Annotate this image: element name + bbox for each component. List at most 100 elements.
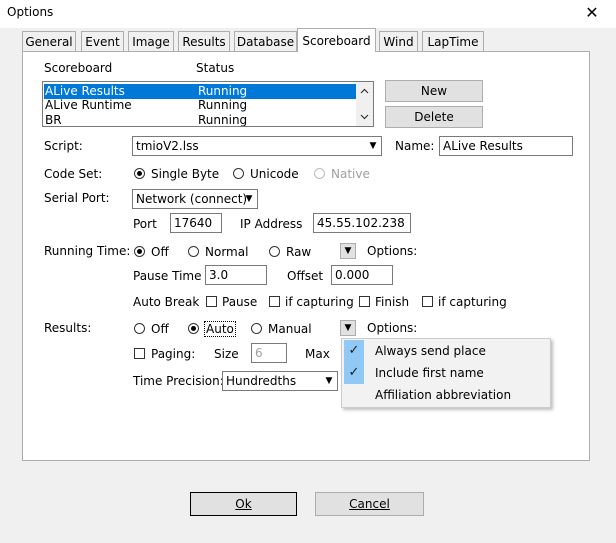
auto-break-label: Auto Break xyxy=(133,295,200,309)
column-header-status: Status xyxy=(196,61,235,75)
script-value: tmioV2.lss xyxy=(136,139,199,153)
ok-button[interactable]: Ok xyxy=(190,492,297,516)
time-precision-value: Hundredths xyxy=(226,374,297,388)
radio-running-off-label: Off xyxy=(151,245,169,259)
checkbox-finish[interactable] xyxy=(359,296,370,307)
running-time-label: Running Time: xyxy=(44,244,131,258)
checkbox-pause[interactable] xyxy=(206,296,217,307)
tab-laptime[interactable]: LapTime xyxy=(422,31,484,51)
radio-results-manual-label: Manual xyxy=(268,322,312,336)
radio-native xyxy=(314,168,325,179)
list-item-name: ALive Results xyxy=(45,84,125,98)
tab-database[interactable]: Database xyxy=(234,31,297,51)
radio-single-byte-label: Single Byte xyxy=(151,167,220,181)
checkbox-paging[interactable] xyxy=(134,348,145,359)
serial-port-label: Serial Port: xyxy=(44,191,110,205)
radio-results-auto[interactable] xyxy=(188,323,199,334)
menu-item-label: Include first name xyxy=(375,366,484,380)
chevron-down-icon: ▼ xyxy=(344,246,352,256)
menu-item-always-send-place[interactable]: ✓ Always send place xyxy=(342,340,550,362)
results-label: Results: xyxy=(44,321,92,335)
script-label: Script: xyxy=(44,139,83,153)
serial-port-select[interactable]: Network (connect) ▼ xyxy=(132,189,258,209)
size-label: Size xyxy=(214,347,239,361)
menu-item-affiliation-abbreviation[interactable]: Affiliation abbreviation xyxy=(342,384,550,406)
chevron-down-icon: ▼ xyxy=(245,194,253,204)
running-options-label: Options: xyxy=(367,244,418,258)
name-label: Name: xyxy=(395,139,435,153)
tab-image[interactable]: Image xyxy=(128,31,174,51)
cancel-button-label: Cancel xyxy=(349,497,390,511)
results-options-menu: ✓ Always send place ✓ Include first name… xyxy=(341,338,551,408)
running-options-dropdown[interactable]: ▼ xyxy=(340,243,356,259)
script-select[interactable]: tmioV2.lss ▼ xyxy=(132,136,382,156)
tab-results[interactable]: Results xyxy=(178,31,230,51)
name-field[interactable]: ALive Results xyxy=(439,136,573,156)
menu-item-include-first-name[interactable]: ✓ Include first name xyxy=(342,362,550,384)
menu-item-label: Always send place xyxy=(375,344,486,358)
cancel-button[interactable]: Cancel xyxy=(315,492,424,516)
close-icon[interactable]: ✕ xyxy=(574,3,610,23)
checkbox-finish-label: Finish xyxy=(375,295,410,309)
list-item-name: BR xyxy=(45,113,62,127)
port-field[interactable]: 17640 xyxy=(170,213,222,233)
tab-wind[interactable]: Wind xyxy=(379,31,418,51)
time-precision-label: Time Precision: xyxy=(133,374,224,388)
checkbox-pause-label: Pause xyxy=(222,295,258,309)
ok-button-label: Ok xyxy=(235,497,252,511)
radio-running-raw[interactable] xyxy=(269,246,280,257)
window-title: Options xyxy=(7,5,54,19)
check-icon: ✓ xyxy=(344,340,364,362)
radio-running-normal-label: Normal xyxy=(205,245,249,259)
scrollbar-arrows-icon xyxy=(360,88,369,120)
tab-event[interactable]: Event xyxy=(81,31,124,51)
ip-address-field[interactable]: 45.55.102.238 xyxy=(313,213,411,233)
chevron-down-icon: ▼ xyxy=(369,141,377,151)
offset-field[interactable]: 0.000 xyxy=(331,265,393,285)
radio-results-off[interactable] xyxy=(134,323,145,334)
list-item-status: Running xyxy=(198,98,248,112)
list-item[interactable]: ALive Results Running xyxy=(44,84,357,99)
radio-running-off[interactable] xyxy=(134,246,145,257)
offset-label: Offset xyxy=(287,269,324,283)
list-item-status: Running xyxy=(198,84,248,98)
serial-port-value: Network (connect) xyxy=(136,192,248,206)
ip-address-label: IP Address xyxy=(240,217,303,231)
pause-time-field[interactable]: 3.0 xyxy=(205,265,267,285)
pause-time-label: Pause Time xyxy=(133,269,202,283)
radio-running-raw-label: Raw xyxy=(286,245,312,259)
code-set-label: Code Set: xyxy=(44,167,103,181)
chevron-down-icon: ▼ xyxy=(325,376,333,386)
checkbox-finish-if-capturing-label: if capturing xyxy=(438,295,507,309)
results-options-dropdown[interactable]: ▼ xyxy=(340,320,356,336)
title-bar xyxy=(0,0,616,28)
paging-label: Paging: xyxy=(151,347,196,361)
radio-unicode[interactable] xyxy=(233,168,244,179)
max-label: Max xyxy=(305,347,330,361)
check-icon: ✓ xyxy=(344,362,364,384)
radio-unicode-label: Unicode xyxy=(250,167,299,181)
list-scrollbar[interactable] xyxy=(356,82,373,126)
list-item[interactable]: BR Running xyxy=(44,113,357,127)
radio-results-manual[interactable] xyxy=(251,323,262,334)
scoreboard-list[interactable]: ALive Results Running ALive Runtime Runn… xyxy=(42,81,374,127)
radio-native-label: Native xyxy=(331,167,370,181)
tab-scoreboard[interactable]: Scoreboard xyxy=(297,28,376,52)
list-item-name: ALive Runtime xyxy=(45,98,132,112)
delete-button[interactable]: Delete xyxy=(385,106,483,128)
new-button[interactable]: New xyxy=(385,80,483,102)
tab-general[interactable]: General xyxy=(22,31,76,51)
checkbox-pause-if-capturing[interactable] xyxy=(269,296,280,307)
radio-results-auto-label: Auto xyxy=(204,321,236,337)
list-item[interactable]: ALive Runtime Running xyxy=(44,98,357,113)
results-options-label: Options: xyxy=(367,321,418,335)
list-item-status: Running xyxy=(198,113,248,127)
menu-item-label: Affiliation abbreviation xyxy=(375,388,512,402)
time-precision-select[interactable]: Hundredths ▼ xyxy=(222,371,338,391)
radio-running-normal[interactable] xyxy=(188,246,199,257)
port-label: Port xyxy=(133,217,157,231)
checkbox-finish-if-capturing[interactable] xyxy=(422,296,433,307)
radio-results-off-label: Off xyxy=(151,322,169,336)
radio-single-byte[interactable] xyxy=(134,168,145,179)
chevron-down-icon: ▼ xyxy=(344,323,352,333)
